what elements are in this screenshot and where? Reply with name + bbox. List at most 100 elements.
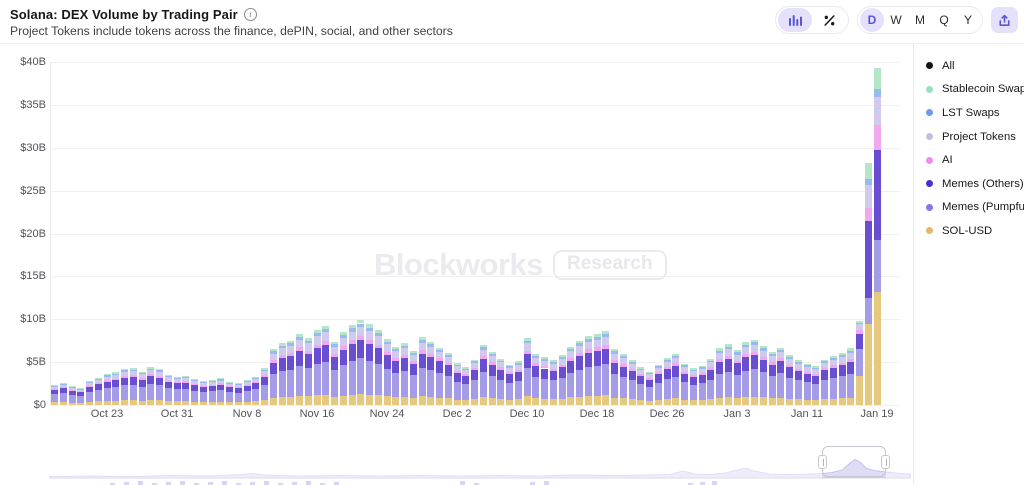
bar-segment[interactable] <box>576 356 583 370</box>
bar-segment[interactable] <box>436 361 443 373</box>
bar-segment[interactable] <box>77 391 84 392</box>
bar-segment[interactable] <box>672 366 679 377</box>
bar-segment[interactable] <box>690 375 697 377</box>
bar-segment[interactable] <box>69 387 76 388</box>
bar-segment[interactable] <box>174 389 181 401</box>
bar-segment[interactable] <box>445 365 452 376</box>
bar-segment[interactable] <box>515 372 522 381</box>
bar-segment[interactable] <box>497 380 504 399</box>
bar-segment[interactable] <box>585 336 592 339</box>
bar-segment[interactable] <box>427 344 434 347</box>
bar-segment[interactable] <box>620 364 627 367</box>
bar-segment[interactable] <box>874 68 881 89</box>
bar-segment[interactable] <box>751 342 758 345</box>
bar-segment[interactable] <box>769 365 776 376</box>
bar-segment[interactable] <box>716 348 723 350</box>
bar-segment[interactable] <box>217 390 224 401</box>
bar-segment[interactable] <box>104 401 111 405</box>
bar-segment[interactable] <box>874 240 881 291</box>
bar-segment[interactable] <box>287 346 294 353</box>
bar-segment[interactable] <box>672 363 679 366</box>
bar-segment[interactable] <box>734 352 741 354</box>
bar-segment[interactable] <box>690 370 697 371</box>
bar-segment[interactable] <box>646 373 653 374</box>
bar-segment[interactable] <box>244 385 251 386</box>
bar-segment[interactable] <box>270 349 277 351</box>
bar-segment[interactable] <box>121 370 128 371</box>
bar-segment[interactable] <box>751 340 758 343</box>
bar-segment[interactable] <box>322 341 329 345</box>
bar-segment[interactable] <box>471 368 478 370</box>
bar-segment[interactable] <box>244 380 251 381</box>
bar-segment[interactable] <box>252 378 259 379</box>
bar-segment[interactable] <box>471 380 478 399</box>
bar-segment[interactable] <box>611 398 618 405</box>
bar-segment[interactable] <box>515 370 522 372</box>
bar-segment[interactable] <box>279 371 286 397</box>
bar-segment[interactable] <box>104 380 111 382</box>
bar-segment[interactable] <box>716 374 723 398</box>
bar-segment[interactable] <box>567 361 574 373</box>
bar-segment[interactable] <box>637 376 644 384</box>
bar-segment[interactable] <box>760 360 767 372</box>
bar-segment[interactable] <box>804 364 811 366</box>
bar-segment[interactable] <box>384 344 391 351</box>
bar-segment[interactable] <box>86 386 93 387</box>
bar-segment[interactable] <box>191 380 198 381</box>
bar-segment[interactable] <box>786 365 793 367</box>
bar-segment[interactable] <box>235 393 242 402</box>
bar-segment[interactable] <box>830 378 837 399</box>
bar-segment[interactable] <box>821 363 828 368</box>
bar-segment[interactable] <box>751 352 758 355</box>
bar-segment[interactable] <box>524 351 531 354</box>
bar-segment[interactable] <box>532 358 539 364</box>
bar-segment[interactable] <box>427 370 434 397</box>
bar-segment[interactable] <box>410 353 417 355</box>
bar-segment[interactable] <box>865 324 872 405</box>
bar-segment[interactable] <box>524 354 531 368</box>
bar-segment[interactable] <box>795 369 802 371</box>
bar-segment[interactable] <box>559 367 566 377</box>
bar-segment[interactable] <box>427 347 434 354</box>
bar-segment[interactable] <box>830 368 837 378</box>
bar-segment[interactable] <box>261 371 268 375</box>
bar-segment[interactable] <box>760 346 767 348</box>
bar-segment[interactable] <box>602 337 609 345</box>
bar-segment[interactable] <box>629 364 636 369</box>
bar-segment[interactable] <box>629 380 636 399</box>
bar-segment[interactable] <box>305 341 312 344</box>
bar-segment[interactable] <box>279 343 286 345</box>
bar-segment[interactable] <box>489 356 496 362</box>
bar-segment[interactable] <box>217 379 224 380</box>
bar-segment[interactable] <box>287 343 294 346</box>
bar-segment[interactable] <box>847 362 854 374</box>
bar-segment[interactable] <box>165 382 172 388</box>
bar-segment[interactable] <box>751 355 758 369</box>
bar-segment[interactable] <box>130 400 137 405</box>
legend-item[interactable]: AI <box>926 148 1024 172</box>
bar-segment[interactable] <box>830 399 837 405</box>
bar-segment[interactable] <box>156 376 163 378</box>
bar-segment[interactable] <box>147 400 154 405</box>
legend-item[interactable]: Stablecoin Swaps <box>926 78 1024 102</box>
bar-segment[interactable] <box>681 372 688 374</box>
bar-segment[interactable] <box>314 330 321 333</box>
bar-segment[interactable] <box>847 359 854 362</box>
bar-segment[interactable] <box>725 356 732 359</box>
bar-segment[interactable] <box>462 369 469 371</box>
bar-segment[interactable] <box>462 376 469 384</box>
bar-segment[interactable] <box>340 346 347 350</box>
bar-segment[interactable] <box>620 367 627 378</box>
bar-segment[interactable] <box>480 359 487 372</box>
legend-item[interactable]: Memes (Others) <box>926 172 1024 196</box>
bar-segment[interactable] <box>602 364 609 395</box>
bar-segment[interactable] <box>244 381 251 382</box>
legend-item[interactable]: All <box>926 54 1024 78</box>
bar-segment[interactable] <box>296 334 303 337</box>
bar-segment[interactable] <box>637 369 644 371</box>
bar-segment[interactable] <box>839 355 846 357</box>
bar-segment[interactable] <box>305 343 312 350</box>
bar-segment[interactable] <box>699 375 706 383</box>
bar-segment[interactable] <box>471 399 478 405</box>
bar-segment[interactable] <box>734 363 741 375</box>
